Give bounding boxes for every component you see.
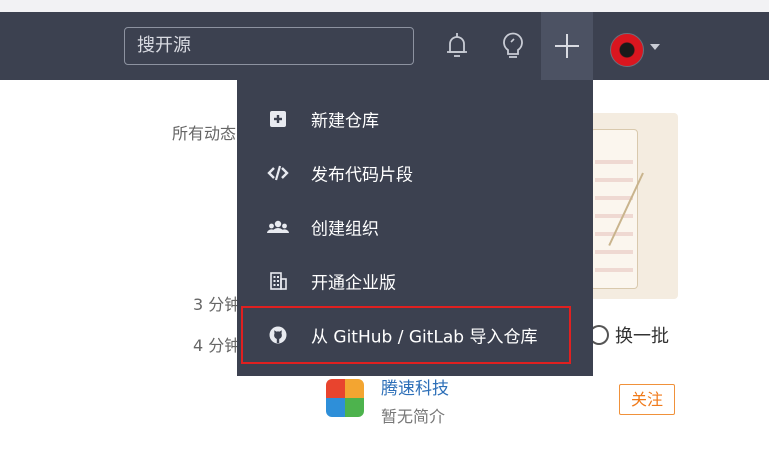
caret-down-icon[interactable] (650, 44, 660, 50)
users-icon (267, 220, 289, 233)
plus-square-icon (270, 111, 286, 127)
refresh-button[interactable]: 换一批 (589, 322, 669, 348)
menu-item-enterprise[interactable]: 开通企业版 (237, 254, 593, 308)
create-menu-button[interactable] (541, 12, 593, 80)
menu-item-label: 创建组织 (311, 219, 379, 240)
org-logo[interactable] (326, 379, 364, 417)
org-name-link[interactable]: 腾速科技 (381, 374, 449, 399)
avatar[interactable] (610, 33, 644, 67)
org-description: 暂无简介 (381, 407, 446, 426)
top-strip (0, 0, 769, 12)
menu-item-label: 发布代码片段 (311, 165, 413, 186)
code-icon (267, 165, 289, 181)
menu-item-publish-snippet[interactable]: 发布代码片段 (237, 146, 593, 200)
bell-icon[interactable] (440, 29, 474, 63)
menu-item-label: 新建仓库 (311, 111, 379, 132)
create-dropdown-menu: 新建仓库 发布代码片段 创建组织 开通企业版 从 GitHub / GitLab… (237, 80, 593, 376)
menu-item-new-repo[interactable]: 新建仓库 (237, 92, 593, 146)
follow-button[interactable]: 关注 (619, 384, 675, 415)
lightbulb-icon[interactable] (496, 29, 530, 63)
search-input[interactable]: 搜开源 (124, 27, 414, 65)
building-icon (270, 272, 287, 290)
github-icon (269, 326, 287, 344)
refresh-label: 换一批 (615, 326, 669, 347)
menu-item-create-org[interactable]: 创建组织 (237, 200, 593, 254)
menu-item-label: 开通企业版 (311, 273, 396, 294)
feed-filter-label[interactable]: 所有动态 (172, 120, 236, 144)
menu-item-label: 从 GitHub / GitLab 导入仓库 (311, 327, 538, 348)
menu-item-import-repo[interactable]: 从 GitHub / GitLab 导入仓库 (237, 308, 593, 362)
banner-preview-image (590, 113, 678, 299)
navbar: 搜开源 (0, 12, 769, 80)
plus-icon (555, 34, 579, 58)
